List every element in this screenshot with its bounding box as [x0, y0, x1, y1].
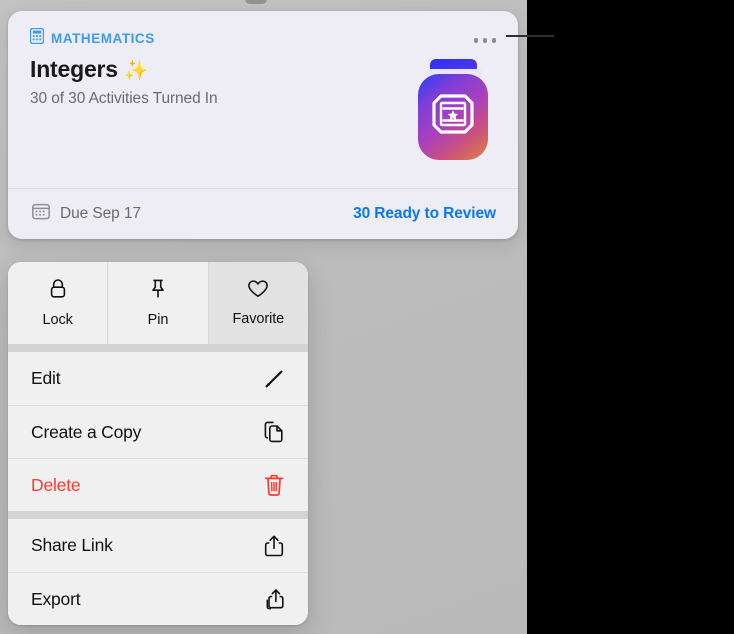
assignment-card-body: MATHEMATICS Integers ✨ 30 of 30 Activiti… — [8, 11, 518, 188]
quick-actions-row: Lock Pin Favorite — [8, 262, 308, 344]
share-icon — [262, 534, 286, 558]
menu-item-share-link[interactable]: Share Link — [8, 519, 308, 572]
callout-leader-line — [506, 35, 554, 37]
menu-item-label: Create a Copy — [31, 421, 142, 442]
quick-action-favorite[interactable]: Favorite — [207, 262, 308, 344]
assignment-title: Integers — [30, 56, 118, 82]
quick-action-label: Lock — [42, 312, 73, 328]
menu-item-export[interactable]: Export — [8, 572, 308, 625]
pencil-icon — [262, 368, 286, 390]
menu-item-label: Share Link — [31, 535, 113, 555]
heart-icon — [247, 279, 269, 304]
calendar-icon — [32, 203, 50, 225]
quick-action-label: Favorite — [232, 311, 285, 327]
duplicate-icon — [262, 420, 286, 444]
menu-item-label: Delete — [31, 474, 81, 495]
ellipsis-icon[interactable] — [473, 38, 496, 43]
due-date-group: Due Sep 17 — [32, 203, 141, 225]
subject-row: MATHEMATICS — [29, 27, 498, 49]
menu-item-label: Edit — [31, 368, 61, 388]
assignment-card-footer: Due Sep 17 30 Ready to Review — [8, 188, 518, 239]
quick-action-pin[interactable]: Pin — [107, 262, 207, 344]
trash-icon — [262, 474, 286, 497]
menu-item-edit[interactable]: Edit — [8, 352, 308, 405]
menu-item-create-a-copy[interactable]: Create a Copy — [8, 405, 308, 458]
keynote-app-icon — [408, 57, 498, 169]
sparkles-emoji: ✨ — [123, 60, 149, 82]
ready-to-review-link[interactable]: 30 Ready to Review — [353, 205, 496, 223]
quick-action-label: Pin — [147, 312, 169, 328]
export-stacked-icon — [262, 587, 286, 612]
menu-item-delete[interactable]: Delete — [8, 458, 308, 511]
assignment-card[interactable]: MATHEMATICS Integers ✨ 30 of 30 Activiti… — [8, 11, 518, 239]
calculator-icon — [29, 27, 45, 49]
menu-item-label: Export — [31, 588, 81, 609]
pin-icon — [149, 278, 167, 305]
due-date-label: Due Sep 17 — [60, 205, 141, 222]
ellipsis-dot — [491, 38, 496, 43]
menu-group-divider — [8, 344, 308, 352]
quick-action-lock[interactable]: Lock — [8, 262, 107, 344]
menu-group-divider — [8, 511, 308, 519]
subject-label: MATHEMATICS — [51, 31, 155, 46]
cut-off-element-above — [245, 0, 267, 4]
screenshot-root: MATHEMATICS Integers ✨ 30 of 30 Activiti… — [0, 0, 734, 634]
context-menu[interactable]: Lock Pin Favorite Edit Create a Copy Del… — [8, 262, 308, 625]
lock-icon — [49, 278, 67, 305]
ellipsis-dot — [473, 38, 478, 43]
ellipsis-dot — [482, 38, 487, 43]
